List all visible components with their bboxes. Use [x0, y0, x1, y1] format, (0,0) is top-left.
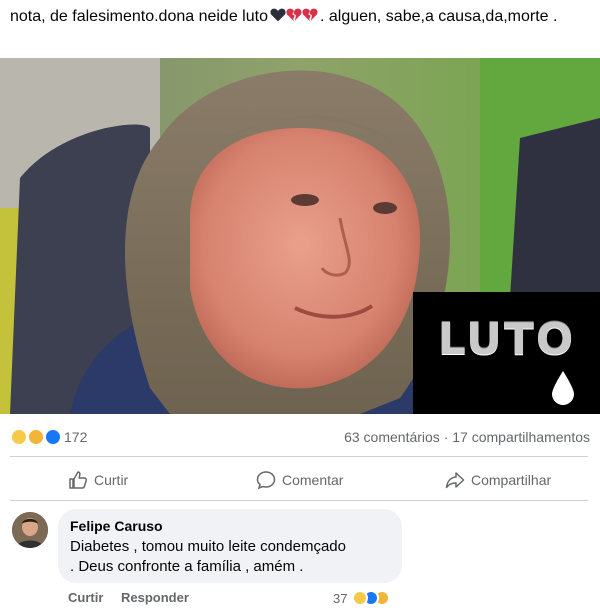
post-text: nota, de falesimento.dona neide luto . al… [10, 6, 590, 30]
luto-label: LUTO [437, 314, 576, 365]
comments-shares-count[interactable]: 63 comentários · 17 compartilhamentos [344, 429, 590, 445]
like-button[interactable]: Curtir [68, 462, 128, 498]
like-icon [43, 428, 62, 446]
avatar[interactable] [12, 512, 48, 548]
heart-emojis [270, 7, 318, 30]
share-arrow-icon [445, 472, 465, 489]
comment-reaction-count: 37 [333, 590, 348, 606]
haha-icon [10, 428, 28, 446]
comment-button[interactable]: Comentar [256, 462, 343, 498]
reaction-summary[interactable]: 172 63 comentários · 17 compartilhamento… [10, 426, 590, 448]
comment-reply-button[interactable]: Responder [121, 590, 189, 605]
share-button[interactable]: Compartilhar [445, 462, 551, 498]
broken-heart-icon [286, 8, 302, 22]
post-text-start: nota, de falesimento.dona neide luto [10, 8, 268, 25]
share-label: Compartilhar [471, 472, 552, 488]
reaction-icons [10, 428, 62, 446]
comment-reactions[interactable]: 37 [333, 589, 391, 607]
comment-label: Comentar [282, 472, 344, 488]
comment-bubble: Felipe Caruso Diabetes , tomou muito lei… [58, 509, 402, 583]
post-text-end: . alguen, sabe,a causa,da,morte . [319, 8, 558, 25]
post-photo[interactable]: LUTO [0, 58, 600, 414]
like-label: Curtir [94, 472, 129, 488]
comment-like-button[interactable]: Curtir [68, 590, 103, 605]
sad-icon [26, 428, 45, 446]
reaction-count[interactable]: 172 [64, 429, 87, 445]
divider [10, 456, 588, 457]
comment-actions: Curtir Responder [68, 590, 203, 605]
comment-author[interactable]: Felipe Caruso [70, 517, 390, 535]
comment-bubble-icon [256, 471, 276, 490]
post-actions: Curtir Comentar Compartilhar [10, 462, 588, 498]
broken-heart-icon [302, 8, 318, 22]
avatar-image [12, 512, 48, 548]
thumbs-up-icon [69, 471, 88, 489]
comment-text-line-2: . Deus confronte a família , amém . [70, 558, 304, 575]
comment-text-line-1: Diabetes , tomou muito leite condemçado [70, 538, 346, 555]
luto-badge: LUTO [413, 292, 600, 414]
divider [10, 500, 588, 501]
teardrop-icon [552, 371, 574, 405]
black-heart-icon [270, 8, 286, 22]
